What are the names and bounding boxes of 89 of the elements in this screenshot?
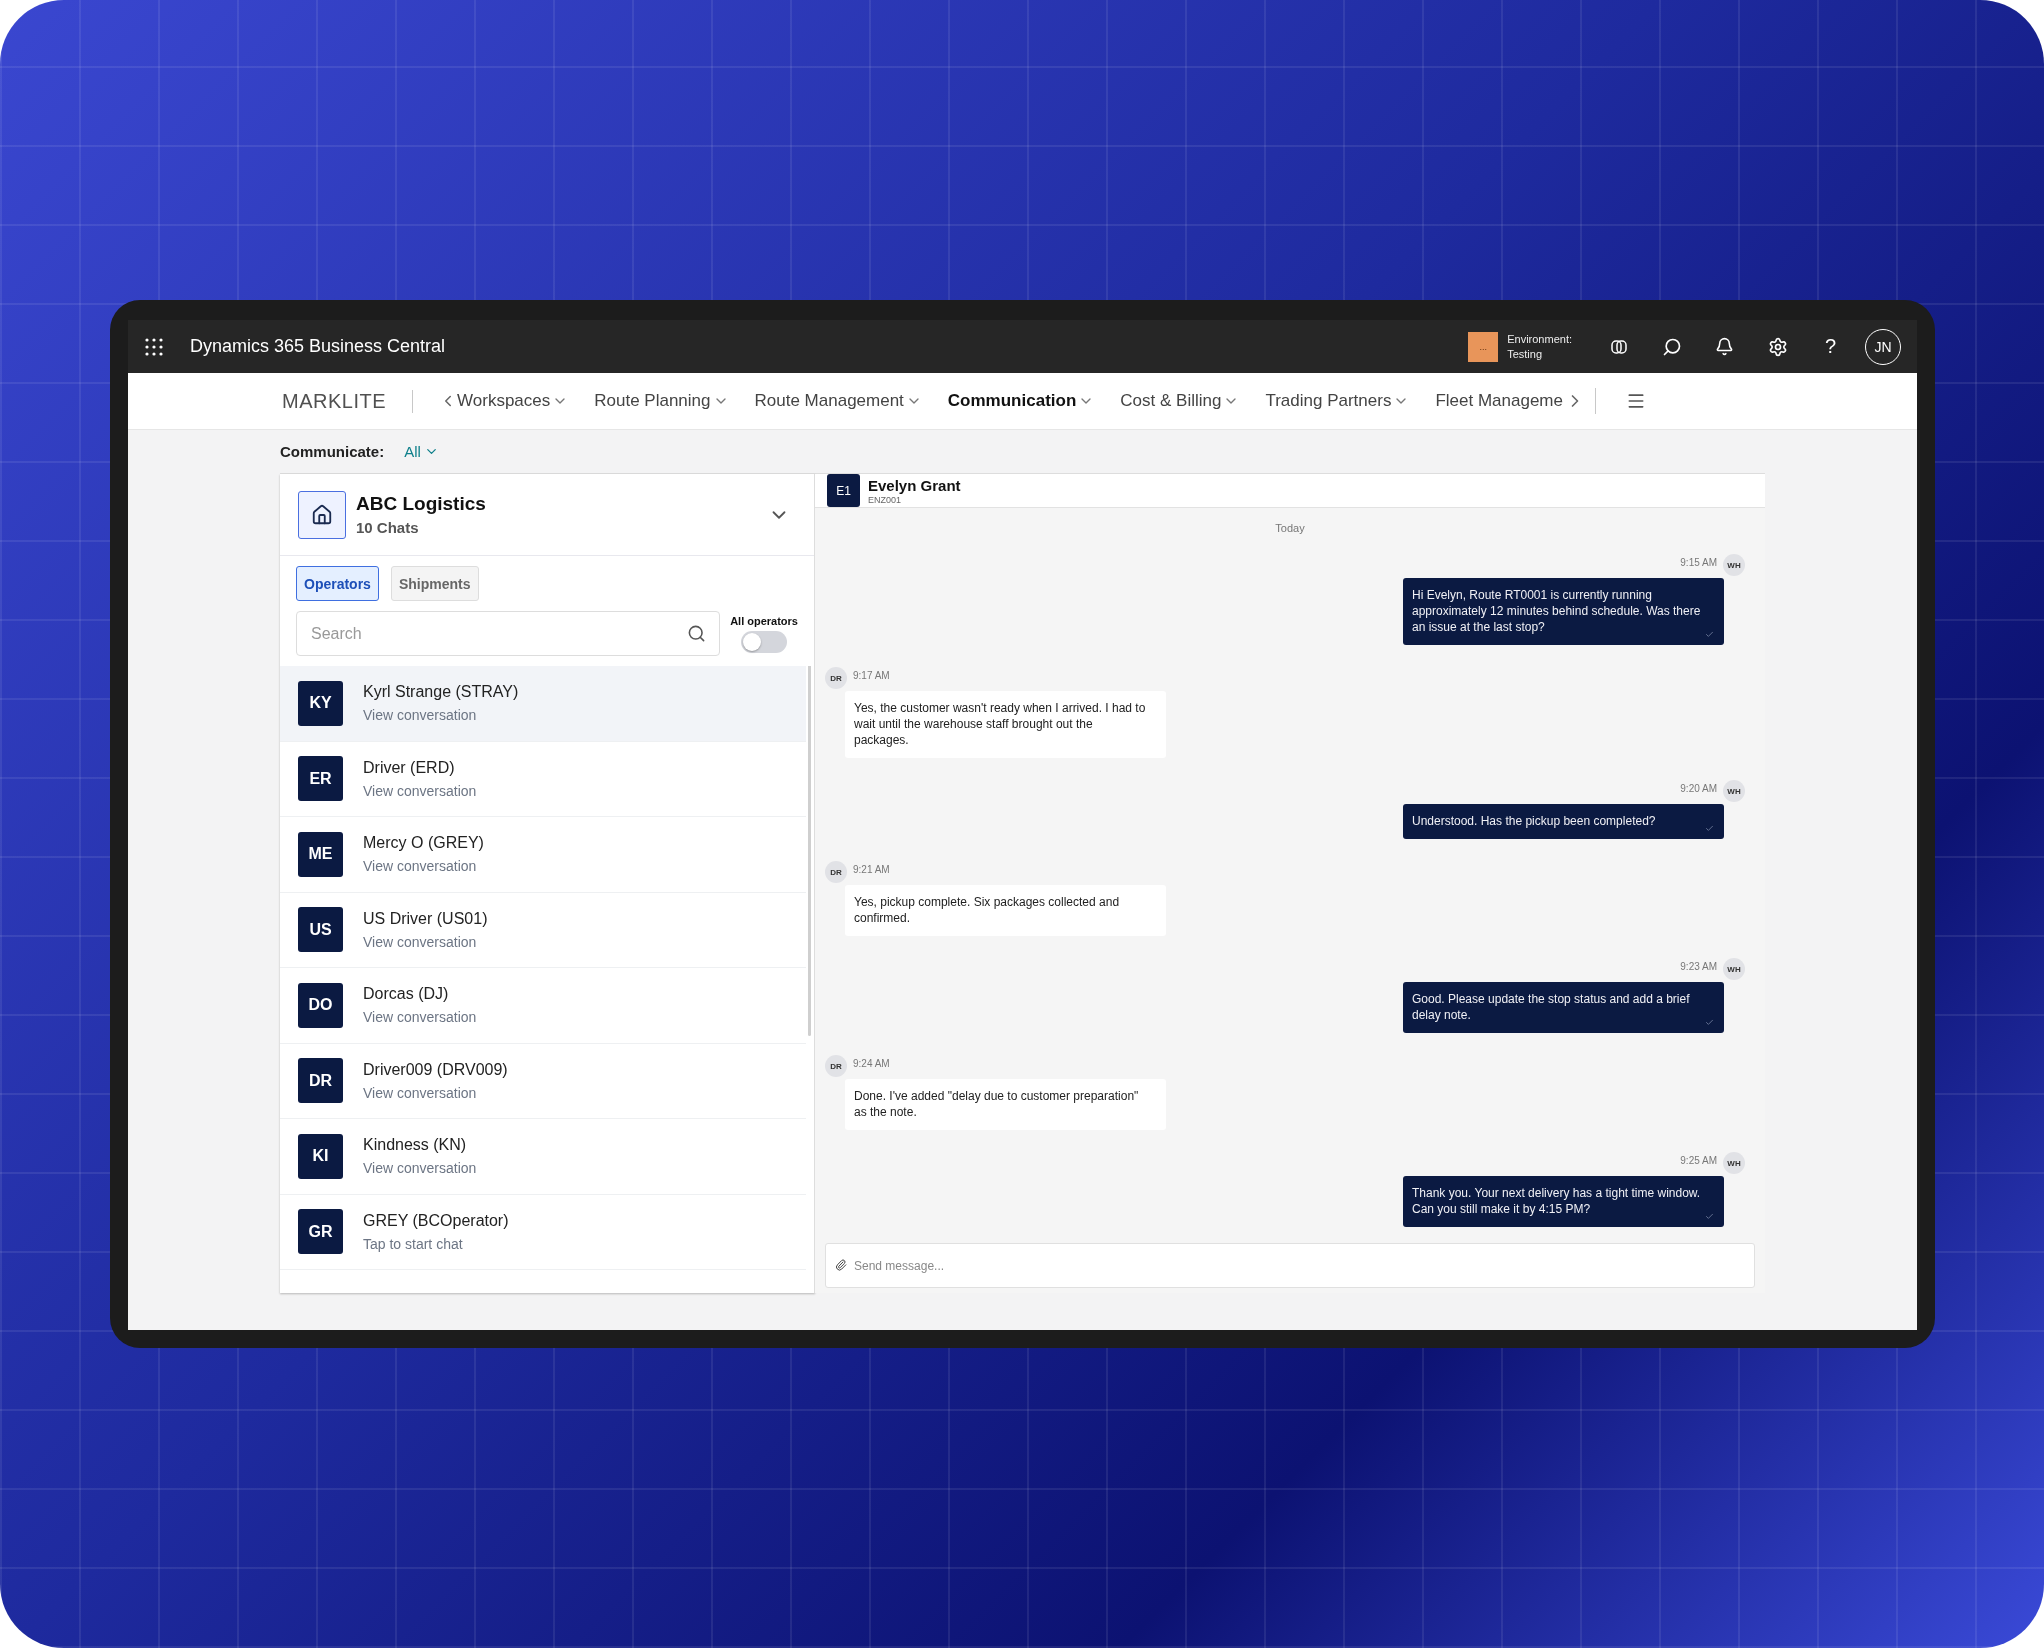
- contact-avatar: DR: [298, 1058, 343, 1104]
- nav-menu-item[interactable]: Fleet Manageme: [1435, 391, 1563, 411]
- environment-label: Environment:: [1507, 331, 1572, 347]
- message-bubble: Thank you. Your next delivery has a tight time window. Can you still make it by 4:15 PM?: [1403, 1176, 1724, 1227]
- filter-dropdown[interactable]: All: [404, 443, 439, 460]
- sender-avatar: WH: [1723, 958, 1745, 980]
- message-bubble: Yes, pickup complete. Six packages collected and confirmed.: [845, 885, 1166, 936]
- message-time: 9:17 AM: [853, 669, 890, 681]
- contact-subtitle: View conversation: [363, 782, 477, 799]
- contact-name: Kindness (KN): [363, 1136, 468, 1155]
- app-title: Dynamics 365 Business Central: [190, 336, 447, 357]
- sender-avatar: WH: [1723, 1152, 1745, 1174]
- nav-menu-item[interactable]: Route Planning: [594, 391, 729, 411]
- brand-name: MARKLITE: [282, 389, 414, 413]
- environment-badge: ...: [1468, 331, 1499, 362]
- message-time: 9:23 AM: [1680, 960, 1717, 972]
- contact-subtitle: View conversation: [363, 707, 478, 724]
- contact-subtitle: View conversation: [363, 933, 478, 950]
- message-time: 9:24 AM: [853, 1057, 890, 1069]
- chat-name: Evelyn Grant: [868, 476, 961, 494]
- message-bubble: Done. I've added "delay due to customer preparation" as the note.: [845, 1079, 1166, 1130]
- nav-menu-item[interactable]: Route Management: [754, 391, 922, 411]
- contact-item[interactable]: DO Dorcas (DJ) View conversation: [280, 968, 806, 1044]
- sender-avatar: WH: [1723, 554, 1745, 576]
- message-bubble: Understood. Has the pickup been completed?: [1403, 804, 1724, 839]
- check-icon: [1705, 824, 1714, 833]
- contact-name: Driver009 (DRV009): [363, 1060, 508, 1079]
- sender-avatar: DR: [825, 667, 847, 689]
- message-time: 9:21 AM: [853, 863, 890, 875]
- chat-avatar: E1: [827, 474, 860, 507]
- nav-menu-item[interactable]: Workspaces: [457, 391, 569, 411]
- search-icon: [687, 624, 707, 643]
- message-bubble: Hi Evelyn, Route RT0001 is currently running approximately 12 minutes behind schedule. Was there an issue at the last stop?: [1403, 578, 1724, 645]
- contact-item[interactable]: GR GREY (BCOperator) Tap to start chat: [280, 1194, 806, 1270]
- contact-avatar: ER: [298, 756, 343, 802]
- paperclip-icon[interactable]: [835, 1259, 847, 1271]
- contact-name: GREY (BCOperator): [363, 1211, 509, 1230]
- message-time: 9:20 AM: [1680, 782, 1717, 794]
- contact-item[interactable]: ER Driver (ERD) View conversation: [280, 741, 806, 817]
- sender-avatar: WH: [1723, 780, 1745, 802]
- contact-avatar: KI: [298, 1133, 343, 1179]
- contact-subtitle: View conversation: [363, 1009, 477, 1026]
- contact-subtitle: View conversation: [363, 1084, 478, 1101]
- contact-item[interactable]: KI Kindness (KN) View conversation: [280, 1119, 806, 1195]
- contact-item[interactable]: US US Driver (US01) View conversation: [280, 892, 806, 968]
- message-bubble: Yes, the customer wasn't ready when I arrived. I had to wait until the warehouse staff brought out the packages.: [845, 691, 1166, 758]
- contact-subtitle: Tap to start chat: [363, 1235, 464, 1252]
- tab[interactable]: Shipments: [390, 566, 479, 601]
- check-icon: [1705, 630, 1714, 639]
- contact-avatar: DO: [298, 982, 343, 1028]
- contact-name: US Driver (US01): [363, 909, 488, 928]
- contact-name: Mercy O (GREY): [363, 834, 484, 853]
- message-bubble: Good. Please update the stop status and add a brief delay note.: [1403, 982, 1724, 1033]
- contact-avatar: KY: [298, 680, 343, 726]
- filter-label: Communicate:: [280, 443, 385, 460]
- chat-code: ENZ001: [868, 494, 903, 505]
- scrollbar[interactable]: [808, 666, 811, 1036]
- message-time: 9:25 AM: [1680, 1154, 1717, 1166]
- contact-avatar: ME: [298, 831, 343, 877]
- contact-item[interactable]: KY Kyrl Strange (STRAY) View conversation: [280, 666, 806, 742]
- tab[interactable]: Operators: [296, 566, 379, 601]
- company-name: ABC Logistics: [356, 493, 487, 515]
- check-icon: [1705, 1212, 1714, 1221]
- message-input[interactable]: Send message...: [825, 1243, 1755, 1288]
- contact-subtitle: View conversation: [363, 858, 478, 875]
- app-launcher-icon[interactable]: [144, 336, 164, 357]
- contact-subtitle: View conversation: [363, 1160, 477, 1177]
- day-divider: Today: [1275, 522, 1305, 534]
- contact-name: Driver (ERD): [363, 758, 456, 777]
- contact-avatar: GR: [298, 1209, 343, 1255]
- contact-item[interactable]: DR Driver009 (DRV009) View conversation: [280, 1043, 806, 1119]
- contact-name: Kyrl Strange (STRAY): [363, 683, 519, 702]
- contact-item[interactable]: ME Mercy O (GREY) View conversation: [280, 817, 806, 893]
- help-button[interactable]: ?: [1804, 320, 1857, 373]
- nav-menu-item[interactable]: Communication: [947, 391, 1095, 411]
- home-icon: [298, 490, 346, 539]
- check-icon: [1705, 1018, 1714, 1027]
- message-time: 9:15 AM: [1680, 556, 1717, 568]
- nav-menu-item[interactable]: Cost & Billing: [1120, 391, 1240, 411]
- toggle-label: All operators: [730, 614, 798, 627]
- contact-name: Dorcas (DJ): [363, 985, 450, 1004]
- chat-count: 10 Chats: [356, 519, 420, 536]
- environment-value: Testing: [1507, 346, 1544, 362]
- contact-avatar: US: [298, 907, 343, 953]
- search-field[interactable]: Search: [296, 611, 721, 656]
- nav-menu-item[interactable]: Trading Partners: [1265, 391, 1410, 411]
- toggle-switch[interactable]: [741, 630, 788, 653]
- sender-avatar: DR: [825, 1055, 847, 1077]
- sender-avatar: DR: [825, 861, 847, 883]
